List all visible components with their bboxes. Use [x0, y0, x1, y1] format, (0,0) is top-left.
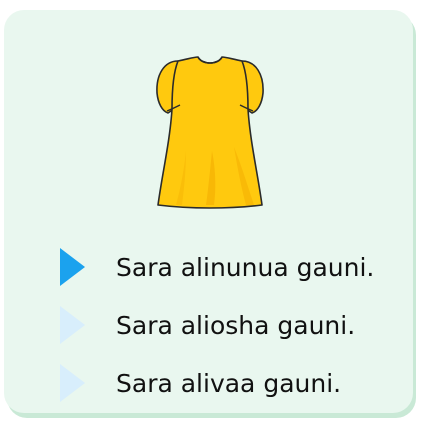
- play-marker-icon: [60, 306, 85, 344]
- option-label: Sara alivaa gauni.: [116, 368, 342, 398]
- answer-options: Sara alinunua gauni. Sara aliosha gauni.…: [60, 240, 400, 414]
- answer-option-1[interactable]: Sara alinunua gauni.: [60, 240, 400, 294]
- option-label: Sara aliosha gauni.: [116, 310, 356, 340]
- dress-image: [150, 51, 270, 211]
- dress-icon: [156, 56, 264, 209]
- play-marker-icon: [60, 248, 85, 286]
- answer-option-3[interactable]: Sara alivaa gauni.: [60, 356, 400, 410]
- play-marker-icon: [60, 364, 85, 402]
- exercise-card: Sara alinunua gauni. Sara aliosha gauni.…: [4, 10, 413, 413]
- answer-option-2[interactable]: Sara aliosha gauni.: [60, 298, 400, 352]
- option-label: Sara alinunua gauni.: [116, 252, 375, 282]
